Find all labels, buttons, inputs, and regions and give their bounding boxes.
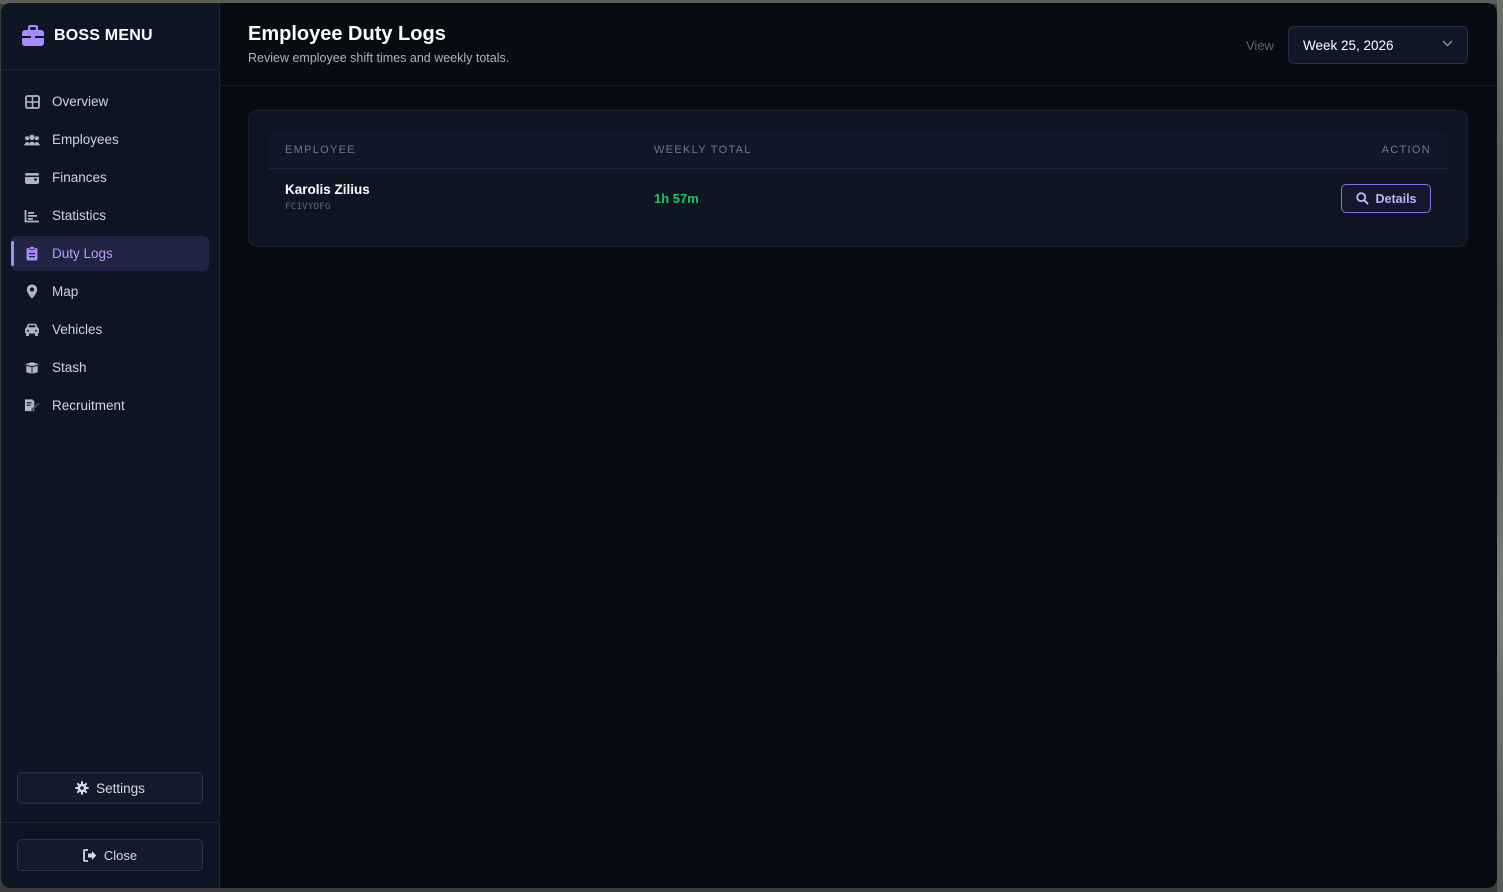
main-content: Employee Duty Logs Review employee shift…	[220, 3, 1497, 888]
close-button[interactable]: Close	[17, 839, 203, 871]
sidebar-item-employees[interactable]: Employees	[11, 122, 209, 157]
page-header: Employee Duty Logs Review employee shift…	[220, 3, 1497, 86]
sidebar-item-label: Overview	[52, 94, 109, 109]
employee-id: FC1VYOFG	[285, 202, 331, 212]
sidebar-item-duty-logs[interactable]: Duty Logs	[11, 236, 209, 271]
brand: BOSS MENU	[1, 3, 219, 70]
weekly-total: 1h 57m	[654, 191, 699, 206]
sidebar-item-label: Finances	[52, 170, 107, 185]
sidebar-item-label: Employees	[52, 132, 119, 147]
sidebar-item-label: Vehicles	[52, 322, 103, 337]
page-title: Employee Duty Logs	[248, 23, 446, 45]
box-icon	[24, 360, 40, 376]
sign-out-icon	[82, 848, 97, 862]
users-icon	[24, 132, 40, 148]
chevron-down-icon	[1442, 40, 1453, 47]
details-button[interactable]: Details	[1341, 184, 1431, 213]
table-row: Karolis Zilius FC1VYOFG 1h 57m Details	[269, 169, 1447, 227]
car-icon	[24, 322, 40, 338]
page-subtitle: Review employee shift times and weekly t…	[248, 51, 510, 65]
wallet-icon	[24, 170, 40, 186]
week-select-value: Week 25, 2026	[1303, 37, 1394, 53]
sidebar-item-label: Map	[52, 284, 79, 299]
signature-icon	[24, 398, 40, 414]
sidebar-item-overview[interactable]: Overview	[11, 84, 209, 119]
sidebar: BOSS MENU Overview Employees Finances St…	[1, 3, 220, 888]
details-label: Details	[1375, 191, 1417, 206]
view-label: View	[1246, 38, 1274, 53]
column-employee: EMPLOYEE	[285, 144, 356, 156]
sidebar-item-stash[interactable]: Stash	[11, 350, 209, 385]
briefcase-icon	[22, 25, 44, 46]
sidebar-item-map[interactable]: Map	[11, 274, 209, 309]
sidebar-divider	[1, 822, 220, 823]
map-pin-icon	[24, 284, 40, 300]
sidebar-item-label: Stash	[52, 360, 87, 375]
week-select[interactable]: Week 25, 2026	[1288, 26, 1468, 64]
search-icon	[1355, 192, 1369, 205]
close-label: Close	[103, 847, 138, 863]
backdrop-right	[1497, 0, 1503, 892]
boss-menu-window: BOSS MENU Overview Employees Finances St…	[1, 3, 1497, 888]
column-action: ACTION	[1381, 144, 1431, 156]
sidebar-nav: Overview Employees Finances Statistics D…	[1, 70, 219, 423]
gear-icon	[75, 781, 89, 795]
sidebar-item-vehicles[interactable]: Vehicles	[11, 312, 209, 347]
sidebar-item-label: Recruitment	[52, 398, 125, 413]
settings-button[interactable]: Settings	[17, 772, 203, 804]
duty-logs-card: EMPLOYEE WEEKLY TOTAL ACTION Karolis Zil…	[248, 110, 1468, 247]
clipboard-icon	[24, 246, 40, 262]
settings-label: Settings	[96, 780, 145, 796]
sidebar-item-statistics[interactable]: Statistics	[11, 198, 209, 233]
grid-icon	[24, 94, 40, 110]
sidebar-item-label: Statistics	[52, 208, 107, 223]
table-header: EMPLOYEE WEEKLY TOTAL ACTION	[269, 131, 1447, 169]
sidebar-item-label: Duty Logs	[52, 246, 113, 261]
employee-name: Karolis Zilius	[285, 182, 370, 197]
column-weekly-total: WEEKLY TOTAL	[654, 144, 752, 156]
sidebar-item-finances[interactable]: Finances	[11, 160, 209, 195]
brand-title: BOSS MENU	[54, 27, 153, 44]
sidebar-item-recruitment[interactable]: Recruitment	[11, 388, 209, 423]
chart-icon	[24, 208, 40, 224]
